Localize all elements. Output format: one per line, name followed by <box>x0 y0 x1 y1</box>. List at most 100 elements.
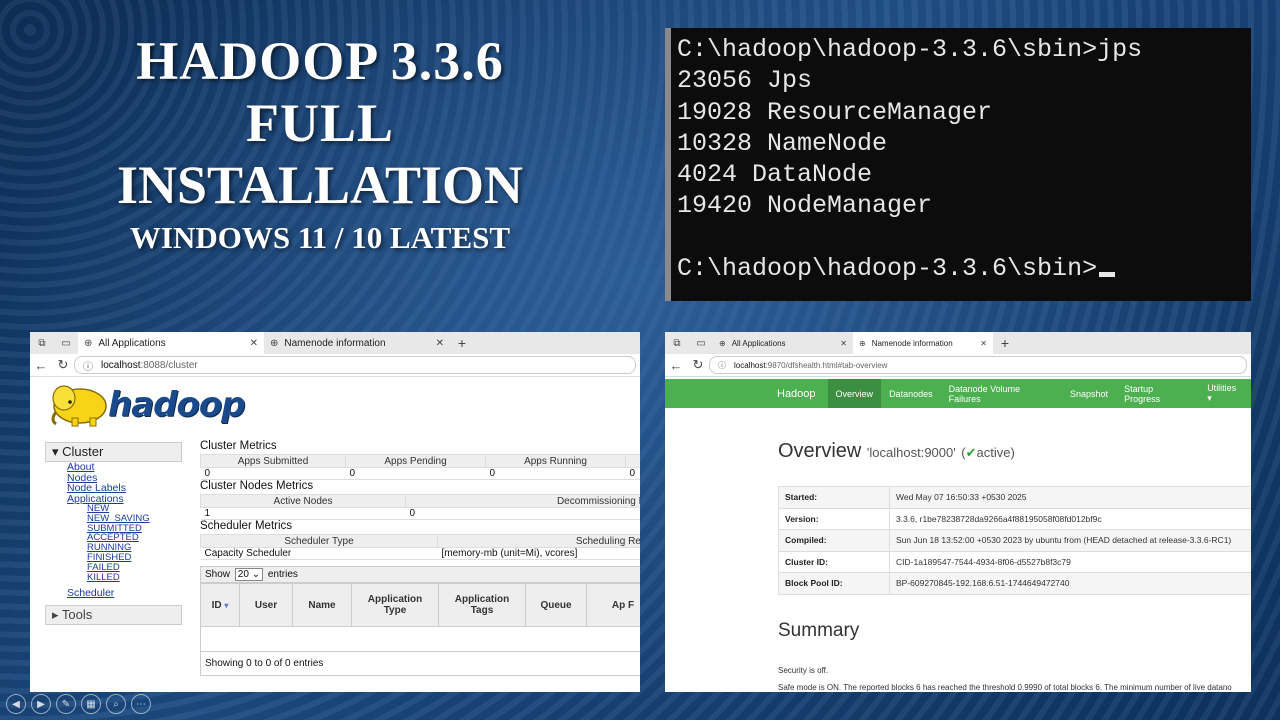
metric-value: 0 <box>625 467 640 480</box>
tab-namenode-information[interactable]: ⊕ Namenode information ✕ <box>264 332 450 354</box>
nav-snapshot[interactable]: Snapshot <box>1062 379 1116 408</box>
column-header[interactable]: Apps Submitted <box>200 454 346 468</box>
column-header-truncated[interactable]: Ap F <box>586 583 640 627</box>
info-key: Compiled: <box>778 529 890 552</box>
url-path: :9870/dfshealth.html#tab-overview <box>765 360 888 370</box>
url-field[interactable]: ⓘ localhost:9870/dfshealth.html#tab-over… <box>709 356 1247 374</box>
column-header[interactable]: Scheduler Type <box>200 534 438 548</box>
new-tab-icon[interactable]: + <box>455 335 469 351</box>
terminal-line: 10328 NameNode <box>677 128 888 158</box>
sidebar-link-about[interactable]: About <box>67 462 182 473</box>
back-icon[interactable]: ← <box>30 358 52 373</box>
cursor <box>1099 272 1116 278</box>
column-header-name[interactable]: Name <box>292 583 352 627</box>
info-icon: ⓘ <box>718 360 726 370</box>
sidebar-tools-label: Tools <box>61 606 93 622</box>
tab-namenode-information[interactable]: ⊕ Namenode information ✕ <box>853 332 993 354</box>
zoom-icon[interactable]: ⌕ <box>106 694 126 714</box>
cluster-metrics-table: Apps Submitted Apps Pending Apps Running… <box>200 454 640 480</box>
refresh-icon[interactable]: ↻ <box>687 357 709 373</box>
terminal-line: 19028 ResourceManager <box>677 97 993 127</box>
pen-icon[interactable]: ✎ <box>56 694 76 714</box>
column-header-application-type[interactable]: Application Type <box>351 583 439 627</box>
column-header[interactable]: Scheduling Resou <box>437 534 640 548</box>
column-header[interactable]: Apps Pending <box>345 454 486 468</box>
column-header-application-tags[interactable]: Application Tags <box>438 583 526 627</box>
sidebar-link-node-labels[interactable]: Node Labels <box>67 483 182 494</box>
sidebar-link-applications[interactable]: Applications <box>67 493 182 505</box>
nav-overview[interactable]: Overview <box>827 379 882 408</box>
column-header-queue[interactable]: Queue <box>525 583 587 627</box>
close-icon[interactable]: ✕ <box>972 339 987 348</box>
sidebar-links: About Nodes Node Labels Applications NEW… <box>45 462 182 599</box>
metric-value: 0 <box>485 467 626 480</box>
close-icon[interactable]: ✕ <box>832 339 847 348</box>
column-header[interactable]: Decommissioning Nod <box>405 494 640 508</box>
overview-host: 'localhost:9000' <box>866 445 956 460</box>
next-slide-icon[interactable]: ▶ <box>31 694 51 714</box>
info-icon: ⓘ <box>83 361 93 373</box>
column-header[interactable]: Apps Running <box>485 454 626 468</box>
workspaces-icon[interactable]: ⧉ <box>670 337 684 349</box>
entries-select[interactable]: 20 ⌄ <box>234 568 264 581</box>
slide-subtitle: WINDOWS 11 / 10 LATEST <box>129 220 511 255</box>
workspaces-icon[interactable]: ⧉ <box>35 337 49 349</box>
sidebar-tools-header[interactable]: ▸ Tools <box>45 604 182 625</box>
show-entries-row: Show 20 ⌄ entries <box>200 566 640 583</box>
tab-all-applications[interactable]: ⊕ All Applications ✕ <box>713 332 853 354</box>
address-bar: ← ↻ ⓘ localhost:9870/dfshealth.html#tab-… <box>665 354 1251 377</box>
tab-label: Namenode information <box>284 337 386 349</box>
hadoop-logo: hadoop <box>46 382 286 432</box>
nav-volume-failures[interactable]: Datanode Volume Failures <box>941 379 1062 408</box>
scheduler-metrics-table: Scheduler Type Scheduling Resou Capacity… <box>200 534 640 560</box>
url-path: :8088/cluster <box>140 359 198 371</box>
close-icon[interactable]: ✕ <box>242 338 258 349</box>
column-header-id[interactable]: ID ▾ <box>200 583 240 627</box>
tab-actions-icon[interactable]: ▭ <box>694 337 708 349</box>
nav-brand[interactable]: Hadoop <box>777 388 816 400</box>
nav-datanodes[interactable]: Datanodes <box>881 379 941 408</box>
cluster-content: Cluster Metrics Apps Submitted Apps Pend… <box>200 440 640 676</box>
nav-utilities[interactable]: Utilities ▾ <box>1199 379 1251 408</box>
info-key: Block Pool ID: <box>778 572 890 595</box>
address-bar: ← ↻ ⓘ localhost:8088/cluster <box>30 354 640 377</box>
check-icon: ✔ <box>965 445 977 460</box>
summary-title: Summary <box>778 620 860 641</box>
show-label: Show <box>205 569 231 580</box>
sidebar-cluster-header[interactable]: ▾ Cluster <box>45 442 182 462</box>
table-row: Cluster ID: CID-1a189547-7544-4934-8f06-d… <box>778 550 1251 573</box>
previous-slide-icon[interactable]: ◀ <box>6 694 26 714</box>
column-header[interactable]: Active Nodes <box>200 494 406 508</box>
showing-entries-text: Showing 0 to 0 of 0 entries <box>200 652 640 676</box>
slide-grid-icon[interactable]: ▦ <box>81 694 101 714</box>
new-tab-icon[interactable]: + <box>998 335 1012 351</box>
globe-icon: ⊕ <box>719 338 726 348</box>
url-host: localhost <box>101 359 141 371</box>
url-field[interactable]: ⓘ localhost:8088/cluster <box>74 356 636 374</box>
node-metrics-title: Cluster Nodes Metrics <box>200 480 314 492</box>
close-icon[interactable]: ✕ <box>428 338 444 349</box>
elephant-icon <box>51 385 107 427</box>
column-header-user[interactable]: User <box>239 583 293 627</box>
namenode-browser-window: ⧉ ▭ ⊕ All Applications ✕ ⊕ Namenode info… <box>665 332 1251 692</box>
info-key: Cluster ID: <box>778 550 890 573</box>
sidebar-cluster-label: Cluster <box>62 444 104 459</box>
tab-actions-icon[interactable]: ▭ <box>59 337 73 349</box>
cluster-metrics-title: Cluster Metrics <box>200 440 277 452</box>
terminal-prompt[interactable]: C:\hadoop\hadoop-3.3.6\sbin> <box>677 253 1251 284</box>
overview-title: Overview <box>778 440 862 462</box>
tab-bar: ⧉ ▭ ⊕ All Applications ✕ ⊕ Namenode info… <box>30 332 640 354</box>
tab-all-applications[interactable]: ⊕ All Applications ✕ <box>78 332 264 354</box>
metric-value: [memory-mb (unit=Mi), vcores] <box>437 547 640 560</box>
app-state-killed[interactable]: KILLED <box>87 572 182 583</box>
more-options-icon[interactable]: ⋯ <box>131 694 151 714</box>
refresh-icon[interactable]: ↻ <box>52 357 74 373</box>
nav-startup-progress[interactable]: Startup Progress <box>1116 379 1199 408</box>
sidebar-link-scheduler[interactable]: Scheduler <box>67 588 182 599</box>
back-icon[interactable]: ← <box>665 358 687 373</box>
metric-value: 0 <box>200 467 346 480</box>
table-row: Compiled: Sun Jun 18 13:52:00 +0530 2023 … <box>778 529 1251 552</box>
expand-triangle-icon: ▸ <box>52 606 62 622</box>
slide-title: HADOOP 3.3.6 FULL INSTALLATION WINDOWS 1… <box>60 30 580 258</box>
